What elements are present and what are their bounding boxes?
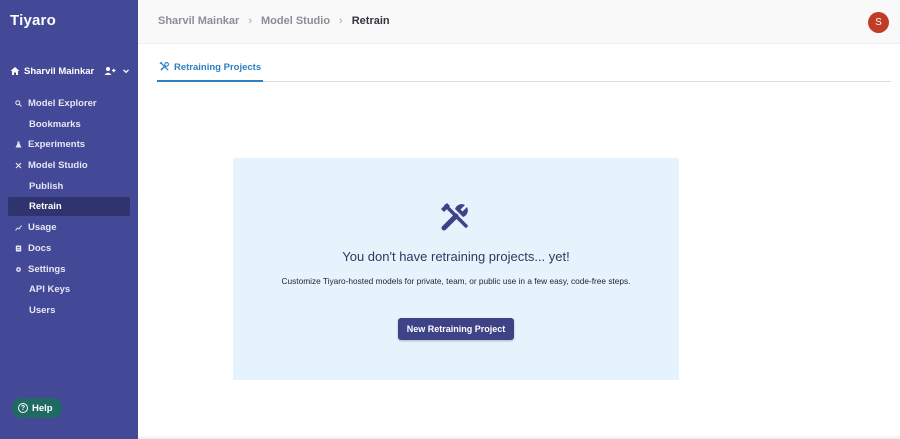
sidebar-item-label: API Keys <box>29 284 71 296</box>
tab-retraining-projects[interactable]: Retraining Projects <box>157 55 264 82</box>
workspace-name: Sharvil Mainkar <box>24 65 95 77</box>
tab-bar: Retraining Projects <box>157 55 891 82</box>
breadcrumb-item-model-studio[interactable]: Model Studio <box>261 15 330 27</box>
sidebar-item-label: Usage <box>28 222 57 234</box>
empty-state-description: Customize Tiyaro-hosted models for priva… <box>281 276 631 286</box>
new-retraining-project-button[interactable]: New Retraining Project <box>398 318 514 340</box>
sidebar: Tiyaro Sharvil Mainkar Model Explorer Bo… <box>0 0 138 439</box>
sidebar-item-label: Model Explorer <box>28 98 97 109</box>
tools-icon <box>159 61 169 71</box>
empty-state-title: You don't have retraining projects... ye… <box>342 249 570 264</box>
tab-label: Retraining Projects <box>174 62 262 73</box>
breadcrumb-item-current: Retrain <box>351 15 390 27</box>
question-icon: ? <box>18 403 28 413</box>
sidebar-item-usage[interactable]: Usage <box>8 218 130 237</box>
sidebar-item-label: Experiments <box>28 139 86 151</box>
sidebar-item-docs[interactable]: Docs <box>8 239 130 258</box>
empty-state-card: You don't have retraining projects... ye… <box>233 158 679 380</box>
flask-icon <box>14 141 22 149</box>
people-icon <box>104 67 116 75</box>
document-icon <box>14 244 22 252</box>
sidebar-item-settings[interactable]: Settings <box>8 260 130 279</box>
workspace-selector[interactable]: Sharvil Mainkar <box>10 64 130 78</box>
tools-icon <box>14 162 22 170</box>
gear-icon <box>14 265 22 273</box>
sidebar-nav: Model Explorer Bookmarks Experiments Mod… <box>8 94 130 322</box>
sidebar-item-retrain[interactable]: Retrain <box>8 197 130 217</box>
sidebar-item-experiments[interactable]: Experiments <box>8 135 130 154</box>
sidebar-item-label: Docs <box>28 242 52 254</box>
top-bar: Sharvil Mainkar › Model Studio › Retrain… <box>138 0 900 44</box>
sidebar-item-label: Users <box>29 304 56 316</box>
sidebar-item-model-explorer[interactable]: Model Explorer <box>8 94 130 113</box>
sidebar-item-publish[interactable]: Publish <box>8 177 130 196</box>
chevron-down-icon <box>123 69 129 74</box>
search-icon <box>14 100 22 108</box>
help-button[interactable]: ? Help <box>12 398 62 418</box>
divider <box>138 435 900 439</box>
chevron-right-icon: › <box>248 15 252 27</box>
breadcrumb: Sharvil Mainkar › Model Studio › Retrain <box>158 15 390 27</box>
avatar[interactable]: S <box>868 12 889 33</box>
app-logo[interactable]: Tiyaro <box>10 12 56 29</box>
home-icon <box>10 67 20 75</box>
sidebar-item-users[interactable]: Users <box>8 301 130 320</box>
sidebar-item-label: Settings <box>28 263 66 275</box>
breadcrumb-item-user[interactable]: Sharvil Mainkar <box>158 15 239 27</box>
sidebar-item-label: Model Studio <box>28 160 88 172</box>
sidebar-item-label: Retrain <box>29 201 62 213</box>
sidebar-item-label: Bookmarks <box>29 118 81 130</box>
sidebar-item-bookmarks[interactable]: Bookmarks <box>8 115 130 134</box>
chevron-right-icon: › <box>339 15 343 27</box>
tools-icon <box>441 203 468 231</box>
sidebar-item-api-keys[interactable]: API Keys <box>8 280 130 299</box>
chart-icon <box>14 224 22 232</box>
sidebar-item-label: Publish <box>29 180 64 192</box>
sidebar-item-model-studio[interactable]: Model Studio <box>8 156 130 175</box>
help-label: Help <box>32 402 53 414</box>
